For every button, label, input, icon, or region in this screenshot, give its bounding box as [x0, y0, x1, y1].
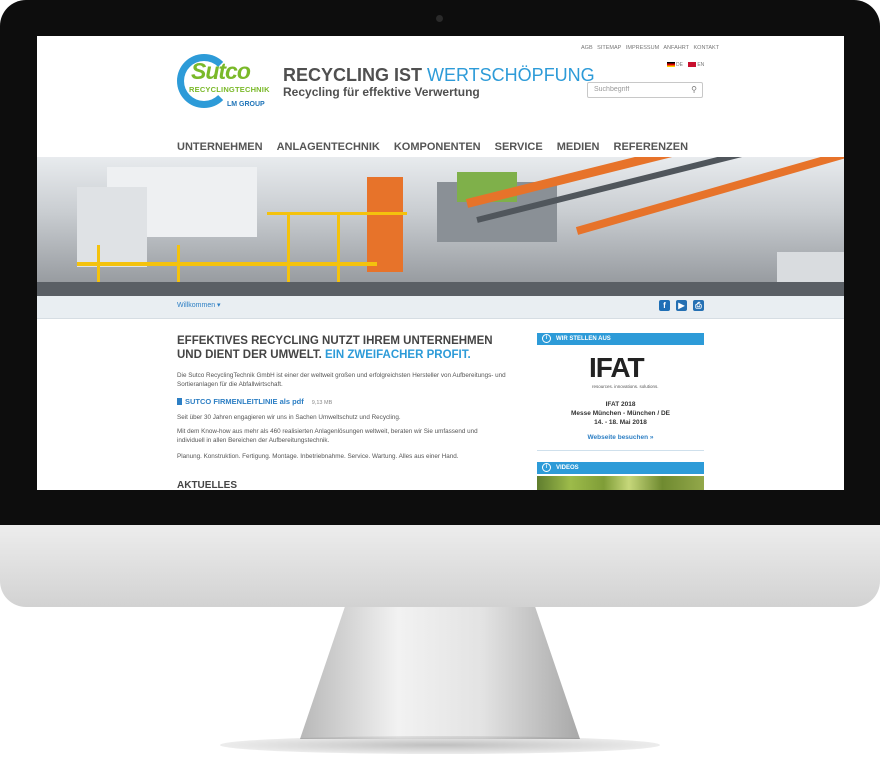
hero-floor — [37, 282, 844, 296]
top-links: AGB SITEMAP IMPRESSUM ANFAHRT KONTAKT — [581, 45, 722, 51]
print-icon[interactable]: ⎙ — [693, 300, 704, 311]
link-sitemap[interactable]: SITEMAP — [597, 45, 621, 51]
link-agb[interactable]: AGB — [581, 45, 593, 51]
hero-cabinet — [77, 187, 147, 267]
search-input[interactable] — [592, 85, 686, 94]
pdf-file-icon — [177, 398, 182, 405]
lang-en[interactable]: EN — [697, 62, 704, 68]
pdf-size: 9,13 MB — [311, 400, 333, 406]
main-navigation: UNTERNEHMEN ANLAGENTECHNIK KOMPONENTEN SERV… — [177, 137, 702, 155]
nav-service[interactable]: SERVICE — [495, 141, 543, 153]
search-box: ⚲ — [587, 82, 703, 98]
language-switcher: DE EN — [667, 62, 704, 68]
pdf-download-link[interactable]: SUTCO FIRMENLEITLINIE als pdf 9,13 MB — [177, 397, 332, 406]
logo-subtitle: RECYCLINGTECHNIK — [189, 85, 270, 94]
page-headline: EFFEKTIVES RECYCLING NUTZT IHREM UNTERNE… — [177, 334, 497, 362]
ifat-logo[interactable]: IFAT — [589, 352, 645, 384]
event-location: Messe München - München / DE — [571, 410, 670, 417]
search-icon[interactable]: ⚲ — [691, 85, 697, 94]
link-anfahrt[interactable]: ANFAHRT — [663, 45, 689, 51]
link-kontakt[interactable]: KONTAKT — [694, 45, 720, 51]
hero-image-recycling-plant — [37, 157, 844, 296]
lang-de[interactable]: DE — [676, 62, 683, 68]
videos-heading: i VIDEOS — [537, 462, 704, 474]
nav-unternehmen[interactable]: UNTERNEHMEN — [177, 141, 263, 153]
sidebar-divider — [537, 450, 704, 451]
info-icon: i — [542, 334, 551, 343]
event-website-link[interactable]: Webseite besuchen » — [537, 434, 704, 441]
logo-wordmark[interactable]: Sutco — [191, 58, 251, 85]
nav-komponenten[interactable]: KOMPONENTEN — [394, 141, 481, 153]
link-impressum[interactable]: IMPRESSUM — [626, 45, 659, 51]
nav-referenzen[interactable]: REFERENZEN — [614, 141, 689, 153]
logo-group: LM GROUP — [227, 101, 265, 108]
facebook-icon[interactable]: f — [659, 300, 670, 311]
pdf-label[interactable]: SUTCO FIRMENLEITLINIE als pdf — [185, 397, 304, 406]
event-date: 14. - 18. Mai 2018 — [594, 419, 647, 426]
hero-railing-post-2 — [337, 215, 340, 285]
breadcrumb-bar: Willkommen ▾ f ▶ ⎙ — [37, 296, 844, 319]
stand-shadow — [220, 736, 660, 754]
news-heading: AKTUELLES — [177, 480, 237, 490]
paragraph-services: Planung. Konstruktion. Fertigung. Montag… — [177, 453, 459, 460]
intro-paragraph: Die Sutco RecyclingTechnik GmbH ist eine… — [177, 372, 506, 388]
event-title: IFAT 2018 — [605, 401, 636, 408]
tagline-subtitle: Recycling für effektive Verwertung — [283, 85, 480, 99]
ifat-claim: resources. innovations. solutions. — [592, 384, 659, 389]
page-tagline: RECYCLING IST WERTSCHÖPFUNG — [283, 65, 595, 86]
hero-chute — [777, 252, 844, 282]
webcam — [436, 15, 443, 22]
youtube-icon[interactable]: ▶ — [676, 300, 687, 311]
website-screen: Sutco RECYCLINGTECHNIK LM GROUP RECYCLIN… — [37, 36, 844, 490]
breadcrumb[interactable]: Willkommen ▾ — [177, 301, 221, 309]
headline-highlight: EIN ZWEIFACHER PROFIT. — [325, 349, 471, 361]
german-flag-icon[interactable] — [667, 62, 675, 68]
tagline-main: RECYCLING IST — [283, 65, 428, 85]
paragraph-knowhow: Mit dem Know-how aus mehr als 460 realis… — [177, 428, 478, 444]
exhibit-heading: i WIR STELLEN AUS — [537, 333, 704, 345]
paragraph-experience: Seit über 30 Jahren engagieren wir uns i… — [177, 414, 401, 421]
hero-railing-post-1 — [287, 215, 290, 285]
monitor-stand — [300, 607, 580, 739]
nav-medien[interactable]: MEDIEN — [557, 141, 600, 153]
uk-flag-icon[interactable] — [688, 62, 697, 68]
video-thumbnail[interactable] — [537, 476, 704, 490]
videos-heading-label: VIDEOS — [556, 465, 579, 471]
hero-railing-lower — [77, 262, 377, 266]
hero-orange-column — [367, 177, 403, 272]
tagline-highlight: WERTSCHÖPFUNG — [427, 65, 595, 85]
info-icon: i — [542, 463, 551, 472]
monitor-chin — [0, 525, 880, 607]
exhibit-heading-label: WIR STELLEN AUS — [556, 336, 611, 342]
nav-anlagentechnik[interactable]: ANLAGENTECHNIK — [277, 141, 380, 153]
